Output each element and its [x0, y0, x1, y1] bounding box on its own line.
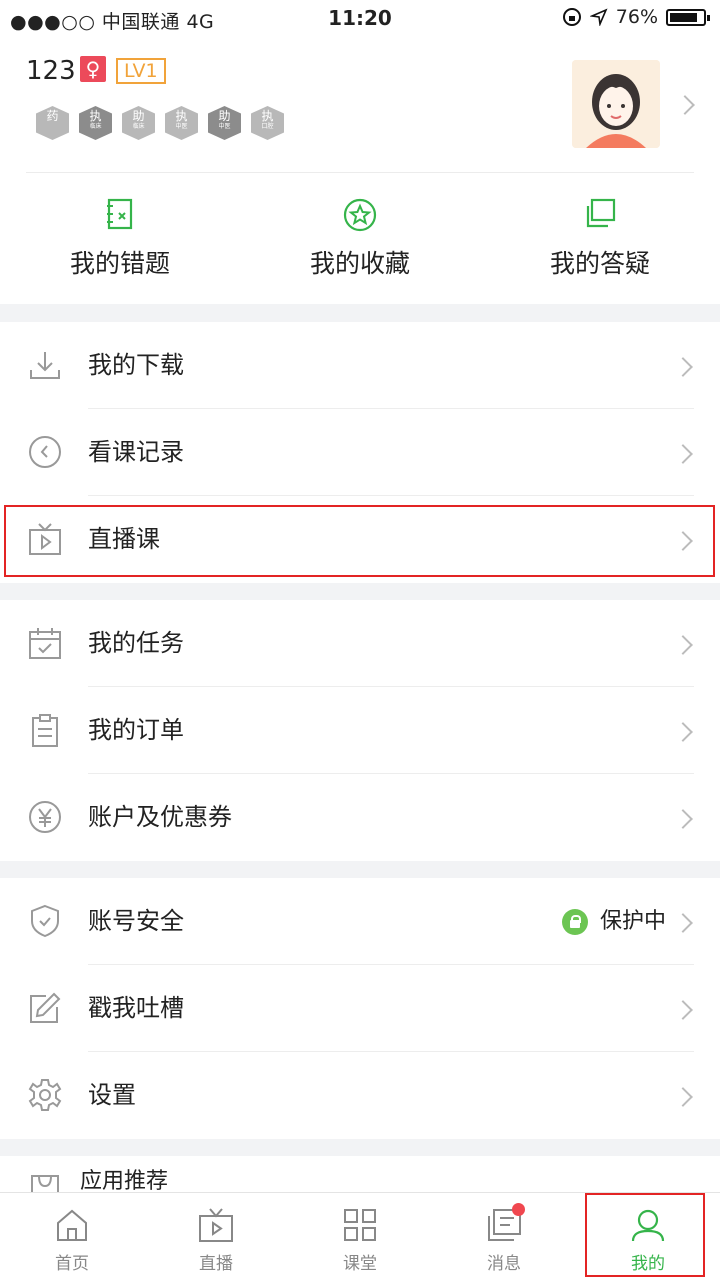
gear-icon [28, 1079, 62, 1111]
calendar-check-icon [29, 628, 61, 659]
quick-qa[interactable]: 我的答疑 [480, 198, 720, 280]
menu-group-2: 我的任务 我的订单 账户及优惠券 [0, 600, 720, 861]
home-icon [57, 1209, 87, 1241]
edit-icon [30, 992, 61, 1023]
menu-item-download[interactable]: 我的下载 [0, 322, 720, 409]
menu-label: 账户及优惠券 [88, 803, 232, 831]
chevron-right-icon [673, 357, 693, 377]
rotation-lock-icon [562, 8, 581, 26]
star-icon [343, 198, 377, 232]
lock-icon [561, 908, 588, 935]
username: 123 [26, 56, 76, 86]
security-status: 保护中 [561, 878, 666, 965]
menu-item-security[interactable]: 账号安全 保护中 [0, 878, 720, 965]
tab-label: 课堂 [343, 1254, 377, 1274]
chevron-right-icon [673, 1000, 693, 1020]
badge-icon: 执中医 [165, 106, 198, 140]
menu-item-account-coupons[interactable]: 账户及优惠券 [0, 774, 720, 861]
menu-item-settings[interactable]: 设置 [0, 1052, 720, 1139]
female-gender-icon: ♀ [80, 56, 106, 82]
menu-group-4: 应用推荐 [0, 1156, 720, 1196]
menu-item-orders[interactable]: 我的订单 [0, 687, 720, 774]
avatar[interactable] [572, 60, 660, 148]
quick-wrong-questions[interactable]: 我的错题 [0, 198, 240, 280]
badge-icon: 助中医 [208, 106, 241, 140]
quick-label: 我的错题 [69, 249, 170, 278]
menu-item-history[interactable]: 看课记录 [0, 409, 720, 496]
tv-icon [199, 1208, 233, 1242]
tab-home[interactable]: 首页 [0, 1193, 144, 1281]
badge-icon: 药 [36, 106, 69, 140]
menu-label: 我的任务 [88, 629, 184, 657]
menu-label: 设置 [88, 1081, 136, 1109]
chevron-right-icon [673, 913, 693, 933]
security-status-label: 保护中 [599, 909, 666, 934]
battery-icon [666, 8, 710, 26]
level-badge: LV1 [116, 58, 166, 84]
menu-item-feedback[interactable]: 戳我吐槽 [0, 965, 720, 1052]
quick-actions: 我的错题 我的收藏 我的答疑 [0, 198, 720, 280]
menu-label: 戳我吐槽 [88, 994, 184, 1022]
menu-item-tasks[interactable]: 我的任务 [0, 600, 720, 687]
badge-icon: 执临床 [79, 106, 112, 140]
badge-icon: 助临床 [122, 106, 155, 140]
grid-icon [344, 1209, 376, 1241]
battery-percent: 76% [615, 6, 658, 28]
quick-label: 我的收藏 [309, 249, 410, 278]
tab-live[interactable]: 直播 [144, 1193, 288, 1281]
divider [26, 172, 694, 173]
tab-label: 首页 [55, 1254, 89, 1274]
menu-item-recommend[interactable]: 应用推荐 [0, 1156, 720, 1196]
unread-dot [512, 1203, 525, 1216]
profile-card[interactable]: 123 ♀ LV1 药 执临床 助临床 执中医 助中医 执口腔 我的错题 我的收… [0, 38, 720, 304]
menu-label: 看课记录 [88, 438, 184, 466]
status-right: 76% [562, 6, 710, 28]
chevron-right-icon [673, 722, 693, 742]
yuan-coin-icon [29, 801, 61, 833]
status-bar: ●●●○○ 中国联通 4G 11:20 76% [0, 0, 720, 38]
history-clock-icon [29, 436, 61, 468]
qa-icon [586, 198, 616, 228]
shield-icon [31, 904, 59, 938]
menu-label: 账号安全 [88, 907, 184, 935]
menu-label: 应用推荐 [80, 1169, 169, 1194]
tab-label: 消息 [487, 1254, 521, 1274]
menu-group-3: 账号安全 保护中 戳我吐槽 设置 [0, 878, 720, 1139]
clipboard-icon [32, 714, 58, 747]
certificate-badges: 药 执临床 助临床 执中医 助中医 执口腔 [36, 106, 284, 140]
chevron-right-icon [673, 444, 693, 464]
chevron-right-icon [673, 635, 693, 655]
wrong-notebook-icon [107, 198, 133, 230]
download-icon [30, 352, 60, 379]
tab-messages[interactable]: 消息 [432, 1193, 576, 1281]
tab-classroom[interactable]: 课堂 [288, 1193, 432, 1281]
highlight-box [585, 1193, 705, 1277]
badge-icon: 执口腔 [251, 106, 284, 140]
menu-label: 我的订单 [88, 716, 184, 744]
chevron-right-icon [673, 1087, 693, 1107]
quick-favorites[interactable]: 我的收藏 [240, 198, 480, 280]
chevron-right-icon [675, 95, 695, 115]
highlight-box [4, 505, 715, 577]
location-icon [589, 8, 608, 26]
chevron-right-icon [673, 809, 693, 829]
menu-label: 我的下载 [88, 351, 184, 379]
quick-label: 我的答疑 [549, 249, 650, 278]
tab-label: 直播 [199, 1254, 233, 1274]
